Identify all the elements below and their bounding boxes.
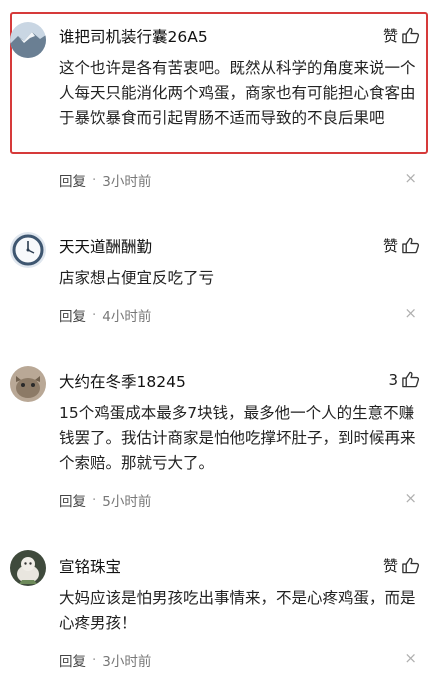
separator-dot: · [92, 172, 97, 188]
close-icon[interactable]: × [404, 649, 417, 667]
username[interactable]: 天天道酬酬勤 [59, 235, 152, 257]
like-button[interactable]: 赞 [383, 555, 420, 576]
thumbs-up-icon [402, 27, 420, 44]
comment-meta: 回复 · 5小时前 [59, 490, 151, 510]
thumbs-up-icon [402, 557, 420, 574]
avatar[interactable] [10, 232, 46, 268]
timestamp: 3小时前 [102, 654, 152, 670]
like-button[interactable]: 赞 [383, 235, 420, 256]
avatar[interactable] [10, 366, 46, 402]
avatar[interactable] [10, 22, 46, 58]
username[interactable]: 大约在冬季18245 [59, 370, 186, 392]
timestamp: 3小时前 [102, 174, 152, 190]
avatar[interactable] [10, 550, 46, 586]
reply-button[interactable]: 回复 [59, 490, 86, 510]
comment-meta: 回复 · 4小时前 [59, 305, 151, 325]
thumbs-up-icon [402, 237, 420, 254]
like-count: 3 [388, 370, 398, 389]
reply-button[interactable]: 回复 [59, 170, 86, 190]
close-icon[interactable]: × [404, 304, 417, 322]
reply-button[interactable]: 回复 [59, 305, 86, 325]
comment-text: 15个鸡蛋成本最多7块钱，最多他一个人的生意不赚钱罢了。我估计商家是怕他吃撑坏肚… [59, 404, 416, 472]
like-button[interactable]: 3 [388, 370, 420, 389]
comment-text: 店家想占便宜反吃了亏 [59, 269, 215, 287]
username[interactable]: 宣铭珠宝 [59, 555, 121, 577]
close-icon[interactable]: × [404, 169, 417, 187]
comment-text: 这个也许是各有苦衷吧。既然从科学的角度来说一个人每天只能消化两个鸡蛋，商家也有可… [59, 59, 416, 127]
like-count: 赞 [382, 27, 398, 45]
comment-text: 大妈应该是怕男孩吃出事情来，不是心疼鸡蛋，而是心疼男孩！ [59, 589, 416, 632]
timestamp: 4小时前 [102, 309, 152, 325]
close-icon[interactable]: × [404, 489, 417, 507]
reply-button[interactable]: 回复 [59, 650, 86, 670]
like-count: 赞 [382, 237, 398, 255]
like-button[interactable]: 赞 [383, 25, 420, 46]
timestamp: 5小时前 [102, 494, 152, 510]
username[interactable]: 谁把司机装行囊26A5 [59, 25, 208, 47]
separator-dot: · [92, 492, 97, 508]
separator-dot: · [92, 652, 97, 668]
comment-meta: 回复 · 3小时前 [59, 170, 151, 190]
like-count: 赞 [382, 557, 398, 575]
thumbs-up-icon [402, 371, 420, 388]
separator-dot: · [92, 307, 97, 323]
comment-meta: 回复 · 3小时前 [59, 650, 151, 670]
